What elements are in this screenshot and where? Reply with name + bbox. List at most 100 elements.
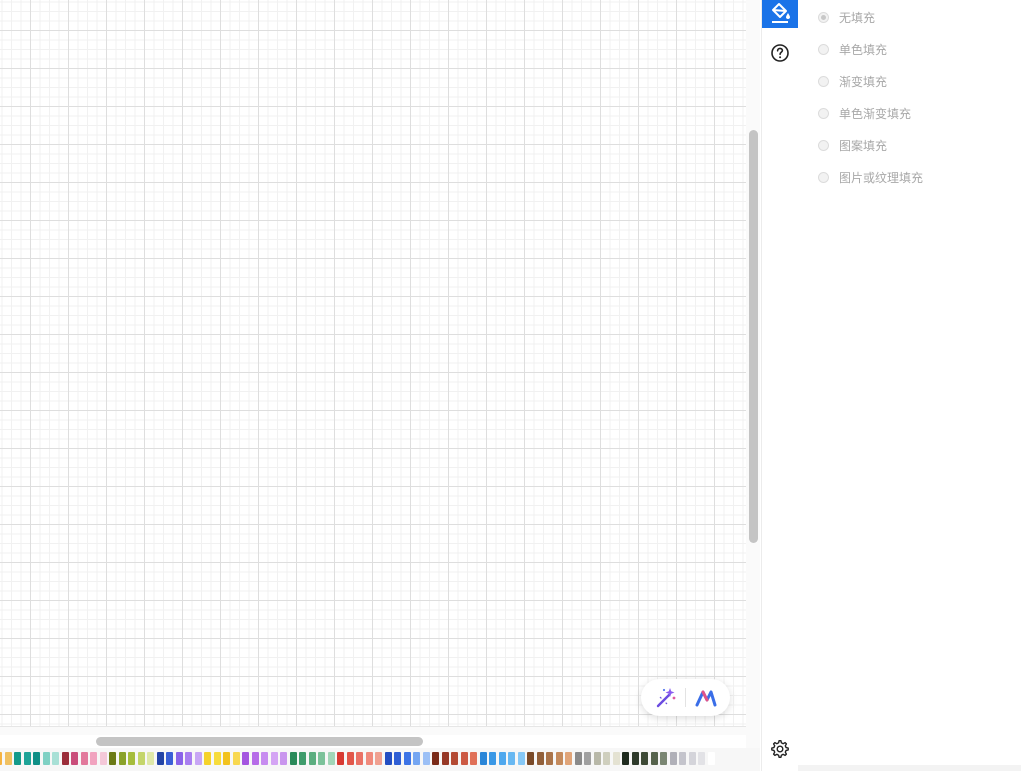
fill-option-pattern[interactable]: 图案填充 bbox=[818, 135, 887, 155]
fill-option-picture-texture[interactable]: 图片或纹理填充 bbox=[818, 167, 923, 187]
color-swatch[interactable] bbox=[289, 752, 297, 765]
radio-button[interactable] bbox=[818, 43, 829, 55]
color-swatch[interactable] bbox=[118, 752, 126, 765]
magic-wand-button[interactable] bbox=[652, 685, 678, 711]
fill-option-gradient[interactable]: 渐变填充 bbox=[818, 71, 887, 91]
color-swatch[interactable] bbox=[327, 752, 335, 765]
color-swatch[interactable] bbox=[0, 752, 2, 765]
radio-button[interactable] bbox=[818, 107, 829, 119]
color-swatch[interactable] bbox=[175, 752, 183, 765]
color-swatch[interactable] bbox=[432, 752, 439, 765]
ai-assistant-button[interactable] bbox=[693, 685, 719, 711]
color-swatch[interactable] bbox=[308, 752, 316, 765]
color-swatch[interactable] bbox=[194, 752, 202, 765]
color-swatch[interactable] bbox=[498, 752, 506, 765]
color-swatch[interactable] bbox=[679, 752, 686, 765]
settings-button[interactable] bbox=[769, 738, 791, 760]
color-swatch[interactable] bbox=[33, 752, 40, 765]
color-swatch[interactable] bbox=[270, 752, 278, 765]
color-swatch[interactable] bbox=[593, 752, 601, 765]
color-swatch[interactable] bbox=[61, 752, 69, 765]
color-swatch[interactable] bbox=[156, 752, 164, 765]
color-swatch[interactable] bbox=[536, 752, 544, 765]
drawing-canvas[interactable] bbox=[0, 0, 746, 726]
color-swatch[interactable] bbox=[90, 752, 97, 765]
color-swatch[interactable] bbox=[42, 752, 50, 765]
color-swatch[interactable] bbox=[479, 752, 487, 765]
color-swatch[interactable] bbox=[384, 752, 392, 765]
color-swatch[interactable] bbox=[4, 752, 12, 765]
toolbar-divider bbox=[685, 688, 686, 707]
color-swatch[interactable] bbox=[565, 752, 572, 765]
color-swatch[interactable] bbox=[137, 752, 145, 765]
color-swatch[interactable] bbox=[707, 752, 715, 765]
color-swatch[interactable] bbox=[688, 752, 696, 765]
color-swatch[interactable] bbox=[669, 752, 677, 765]
color-swatch[interactable] bbox=[603, 752, 610, 765]
color-swatch[interactable] bbox=[641, 752, 648, 765]
color-swatch[interactable] bbox=[147, 752, 154, 765]
color-swatch[interactable] bbox=[413, 752, 420, 765]
color-swatch[interactable] bbox=[517, 752, 525, 765]
color-swatch[interactable] bbox=[660, 752, 667, 765]
color-swatch[interactable] bbox=[489, 752, 496, 765]
color-swatch[interactable] bbox=[213, 752, 221, 765]
color-swatch[interactable] bbox=[584, 752, 591, 765]
vertical-scrollbar-thumb[interactable] bbox=[749, 130, 758, 543]
fill-option-mono-gradient[interactable]: 单色渐变填充 bbox=[818, 103, 911, 123]
color-swatch[interactable] bbox=[14, 752, 21, 765]
color-swatch[interactable] bbox=[71, 752, 78, 765]
color-swatch[interactable] bbox=[698, 752, 705, 765]
color-swatch[interactable] bbox=[422, 752, 430, 765]
color-swatch[interactable] bbox=[631, 752, 639, 765]
color-swatch[interactable] bbox=[261, 752, 268, 765]
radio-button[interactable] bbox=[818, 75, 829, 87]
color-swatch[interactable] bbox=[460, 752, 468, 765]
help-button[interactable] bbox=[769, 42, 791, 64]
color-swatch[interactable] bbox=[204, 752, 211, 765]
color-swatch[interactable] bbox=[394, 752, 401, 765]
color-swatch[interactable] bbox=[99, 752, 107, 765]
color-swatch[interactable] bbox=[185, 752, 192, 765]
color-swatch[interactable] bbox=[80, 752, 88, 765]
color-swatch[interactable] bbox=[223, 752, 230, 765]
color-swatch[interactable] bbox=[451, 752, 458, 765]
fill-option-none[interactable]: 无填充 bbox=[818, 7, 875, 27]
color-swatch[interactable] bbox=[346, 752, 354, 765]
color-swatch[interactable] bbox=[527, 752, 534, 765]
color-swatch[interactable] bbox=[508, 752, 515, 765]
color-swatch[interactable] bbox=[337, 752, 344, 765]
color-swatch[interactable] bbox=[251, 752, 259, 765]
color-swatch[interactable] bbox=[232, 752, 240, 765]
color-swatch[interactable] bbox=[375, 752, 382, 765]
color-swatch[interactable] bbox=[23, 752, 31, 765]
radio-button[interactable] bbox=[818, 11, 829, 23]
color-swatch[interactable] bbox=[166, 752, 173, 765]
color-swatch[interactable] bbox=[612, 752, 620, 765]
radio-button[interactable] bbox=[818, 171, 829, 183]
color-swatch[interactable] bbox=[318, 752, 325, 765]
fill-tool-button[interactable] bbox=[762, 0, 798, 28]
color-swatch[interactable] bbox=[128, 752, 135, 765]
color-swatch[interactable] bbox=[109, 752, 116, 765]
color-swatch[interactable] bbox=[441, 752, 449, 765]
color-swatch[interactable] bbox=[650, 752, 658, 765]
color-swatch[interactable] bbox=[622, 752, 629, 765]
horizontal-scrollbar-thumb[interactable] bbox=[96, 737, 423, 746]
color-swatch[interactable] bbox=[365, 752, 373, 765]
radio-button[interactable] bbox=[818, 139, 829, 151]
color-swatch[interactable] bbox=[546, 752, 553, 765]
color-swatch[interactable] bbox=[555, 752, 563, 765]
fill-option-label: 渐变填充 bbox=[839, 74, 888, 89]
fill-option-solid[interactable]: 单色填充 bbox=[818, 39, 887, 59]
horizontal-scrollbar-track[interactable] bbox=[0, 726, 746, 735]
color-swatch[interactable] bbox=[280, 752, 287, 765]
color-swatch[interactable] bbox=[356, 752, 363, 765]
color-swatch[interactable] bbox=[470, 752, 477, 765]
color-swatch[interactable] bbox=[403, 752, 411, 765]
color-swatch[interactable] bbox=[52, 752, 59, 765]
ai-toolbar bbox=[641, 679, 730, 716]
color-swatch[interactable] bbox=[242, 752, 249, 765]
color-swatch[interactable] bbox=[299, 752, 306, 765]
color-swatch[interactable] bbox=[574, 752, 582, 765]
